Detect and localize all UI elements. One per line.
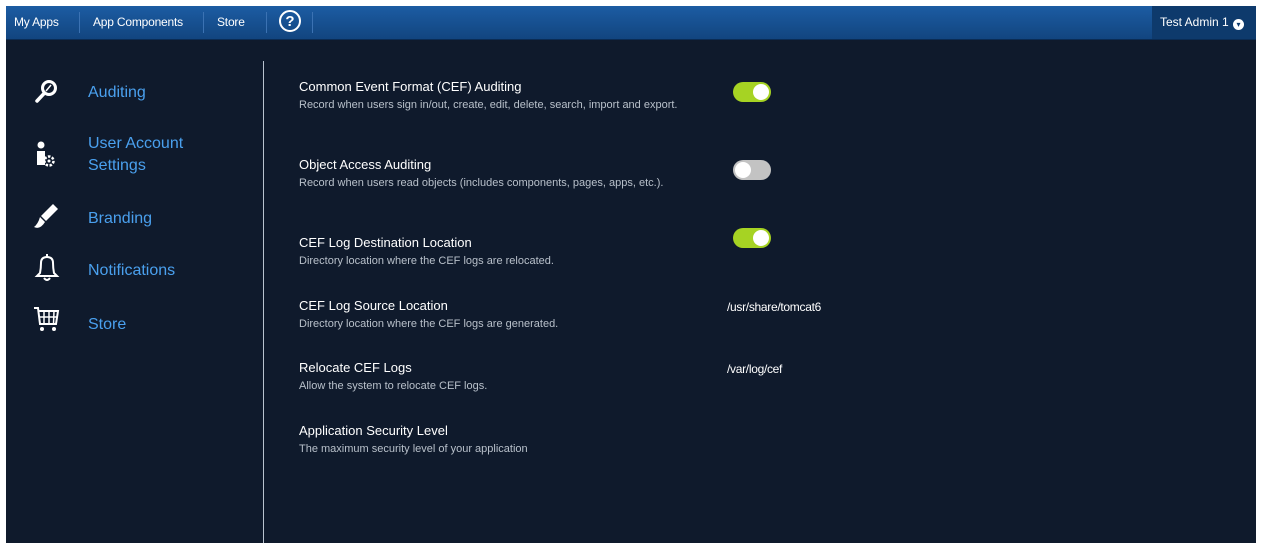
setting-title: Common Event Format (CEF) Auditing: [299, 79, 522, 94]
search-icon: [35, 80, 57, 103]
nav-my-apps[interactable]: My Apps: [6, 6, 67, 39]
sidebar-item-notifications[interactable]: Notifications: [31, 251, 241, 291]
setting-title: Application Security Level: [299, 423, 448, 438]
toggle-knob: [753, 230, 769, 246]
setting-object-access-auditing: Object Access Auditing Record when users…: [299, 157, 719, 191]
sidebar-item-label: Branding: [88, 210, 153, 227]
cef-log-destination-toggle[interactable]: [733, 228, 771, 248]
user-settings-icon: [37, 141, 55, 167]
user-menu[interactable]: Test Admin 1 ▾: [1152, 6, 1256, 39]
sidebar: Auditing User Account Settings Branding: [6, 39, 263, 543]
setting-description: Directory location where the CEF logs ar…: [299, 255, 554, 267]
setting-title: Relocate CEF Logs: [299, 360, 412, 375]
setting-title: Object Access Auditing: [299, 157, 432, 172]
nav-divider: [266, 12, 267, 33]
setting-description: The maximum security level of your appli…: [299, 443, 528, 455]
cef-auditing-toggle[interactable]: [733, 82, 771, 102]
sidebar-item-label: Store: [88, 316, 127, 333]
setting-title: CEF Log Destination Location: [299, 235, 472, 250]
setting-cef-log-destination: CEF Log Destination Location Directory l…: [299, 235, 719, 269]
nav-app-components[interactable]: App Components: [85, 6, 191, 39]
setting-relocate-cef-logs: Relocate CEF Logs Allow the system to re…: [299, 360, 719, 394]
setting-cef-auditing: Common Event Format (CEF) Auditing Recor…: [299, 79, 719, 113]
nav-divider: [203, 12, 204, 33]
nav-store[interactable]: Store: [209, 6, 253, 39]
cart-icon: [34, 307, 60, 331]
chevron-down-icon: ▾: [1233, 19, 1245, 30]
sidebar-item-label: User Account Settings: [88, 135, 184, 174]
sidebar-divider: [263, 61, 264, 543]
setting-cef-log-source: CEF Log Source Location Directory locati…: [299, 298, 719, 332]
sidebar-item-store[interactable]: Store: [31, 303, 241, 343]
top-nav-bar: My Apps App Components Store ? Test Admi…: [6, 6, 1256, 40]
sidebar-item-branding[interactable]: Branding: [31, 200, 241, 240]
sidebar-item-label: Notifications: [88, 262, 176, 279]
nav-divider: [312, 12, 313, 33]
setting-description: Record when users sign in/out, create, e…: [299, 99, 678, 111]
toggle-knob: [753, 84, 769, 100]
cef-log-source-value: /usr/share/tomcat6: [727, 300, 821, 314]
sidebar-item-label: Auditing: [88, 84, 146, 101]
paintbrush-icon: [34, 204, 58, 228]
setting-title: CEF Log Source Location: [299, 298, 448, 313]
setting-description: Directory location where the CEF logs ar…: [299, 318, 559, 330]
sidebar-item-auditing[interactable]: Auditing: [31, 77, 241, 117]
setting-application-security-level: Application Security Level The maximum s…: [299, 423, 719, 457]
object-access-auditing-toggle[interactable]: [733, 160, 771, 180]
help-icon[interactable]: ?: [279, 10, 301, 32]
sidebar-item-user-account-settings[interactable]: User Account Settings: [31, 129, 241, 179]
app-frame: My Apps App Components Store ? Test Admi…: [6, 6, 1256, 543]
relocate-cef-logs-value: /var/log/cef: [727, 362, 783, 376]
setting-description: Allow the system to relocate CEF logs.: [299, 380, 488, 392]
bell-icon: [34, 254, 60, 281]
toggle-knob: [735, 162, 751, 178]
setting-description: Record when users read objects (includes…: [299, 177, 664, 189]
nav-divider: [79, 12, 80, 33]
user-name: Test Admin 1: [1160, 15, 1229, 29]
